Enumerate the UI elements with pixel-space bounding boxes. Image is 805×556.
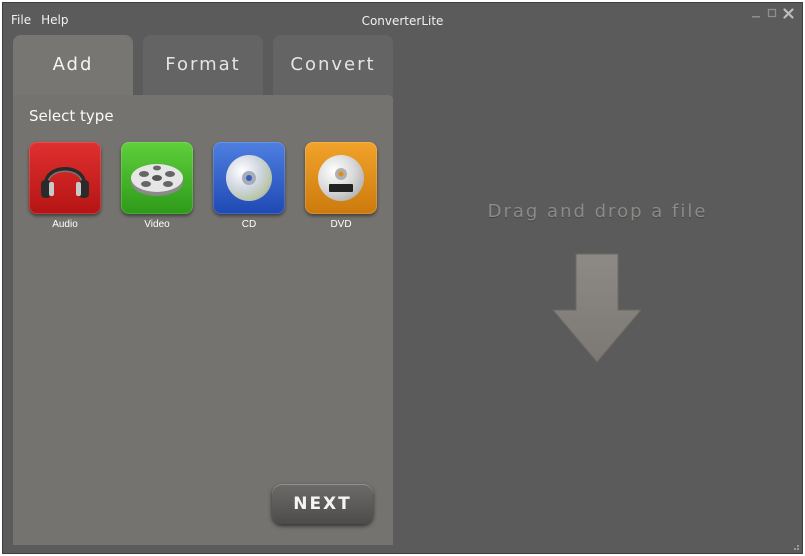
- dropzone-text: Drag and drop a file: [487, 201, 708, 222]
- tab-convert[interactable]: Convert: [273, 35, 393, 95]
- type-cd-label: CD: [241, 219, 257, 230]
- film-reel-icon: [131, 164, 183, 196]
- cd-disc-icon: [226, 155, 272, 201]
- window-controls: [750, 7, 794, 21]
- tab-add[interactable]: Add: [13, 35, 133, 97]
- minimize-icon[interactable]: [750, 7, 762, 21]
- type-audio-button[interactable]: Audio: [29, 142, 101, 230]
- next-button[interactable]: NEXT: [272, 484, 373, 524]
- audio-tile[interactable]: [29, 142, 101, 214]
- dvd-tile[interactable]: [305, 142, 377, 214]
- app-window: File Help ConverterLite Add Format Conve…: [2, 2, 803, 554]
- resize-grip-icon[interactable]: [790, 541, 800, 551]
- type-cd-button[interactable]: CD: [213, 142, 285, 230]
- type-video-button[interactable]: Video: [121, 142, 193, 230]
- arrow-down-icon: [551, 253, 643, 363]
- type-video-label: Video: [144, 219, 170, 230]
- video-tile[interactable]: [121, 142, 193, 214]
- add-panel: Select type Audio Video CD DVD NEXT: [13, 95, 393, 545]
- tab-format[interactable]: Format: [143, 35, 263, 95]
- maximize-icon[interactable]: [766, 7, 778, 21]
- panel-title: Select type: [29, 107, 114, 125]
- cd-tile[interactable]: [213, 142, 285, 214]
- type-dvd-button[interactable]: DVD: [305, 142, 377, 230]
- dvd-disc-icon: [318, 155, 364, 201]
- window-title: ConverterLite: [361, 14, 444, 28]
- type-audio-label: Audio: [52, 219, 78, 230]
- type-dvd-label: DVD: [330, 219, 352, 230]
- close-icon[interactable]: [782, 7, 794, 21]
- headphones-icon: [41, 167, 89, 198]
